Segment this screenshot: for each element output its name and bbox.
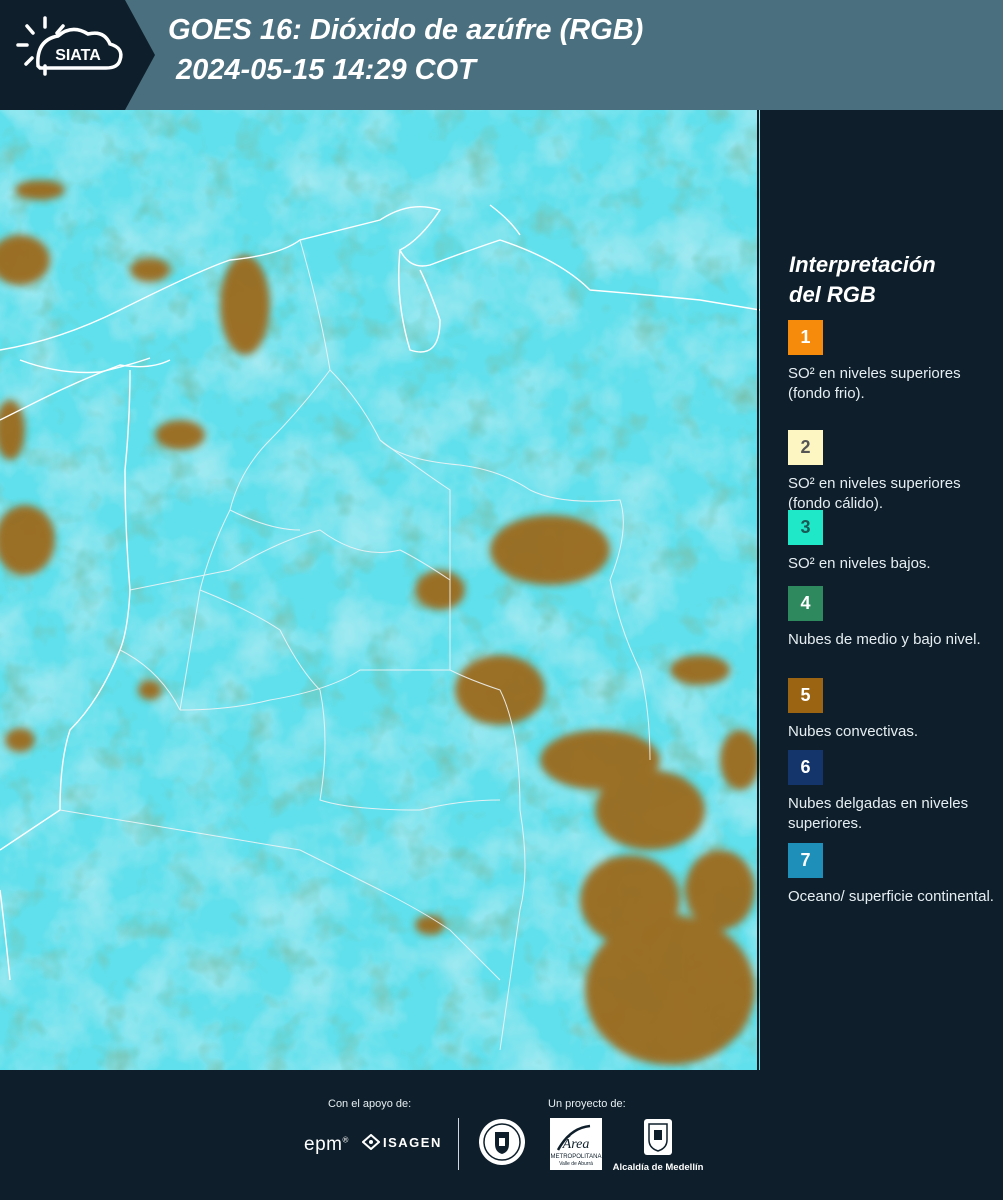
legend-swatch: 6 <box>788 750 823 785</box>
rgb-legend: Interpretación del RGB 1 SO² en niveles s… <box>760 110 1003 1070</box>
legend-label: Oceano/ superficie continental. <box>788 888 994 905</box>
legend-title: Interpretación del RGB <box>789 250 989 310</box>
legend-item-1: 1 SO² en niveles superiores (fondo frio). <box>788 320 998 404</box>
legend-swatch: 4 <box>788 586 823 621</box>
legend-swatch: 3 <box>788 510 823 545</box>
area-metropolitana-icon: Área METROPOLITANA Valle de Aburrá <box>550 1118 602 1170</box>
legend-label: Nubes de medio y bajo nivel. <box>788 631 981 648</box>
area-metropolitana-logo[interactable]: Área METROPOLITANA Valle de Aburrá <box>550 1118 602 1170</box>
page-title: GOES 16: Dióxido de azúfre (RGB) <box>168 14 644 46</box>
legend-swatch: 1 <box>788 320 823 355</box>
epm-logo[interactable]: epm® <box>304 1134 349 1156</box>
legend-item-5: 5 Nubes convectivas. <box>788 678 998 742</box>
epm-logo-text: epm <box>304 1134 343 1155</box>
legend-item-7: 7 Oceano/ superficie continental. <box>788 843 998 907</box>
epm-registered-mark: ® <box>342 1135 349 1145</box>
isagen-logo-text: ISAGEN <box>383 1134 442 1150</box>
legend-title-line1: Interpretación <box>789 252 936 277</box>
area-metro-subtext2: Valle de Aburrá <box>559 1161 593 1167</box>
seal-icon <box>479 1119 525 1165</box>
legend-item-2: 2 SO² en niveles superiores (fondo cálido… <box>788 430 998 514</box>
legend-item-4: 4 Nubes de medio y bajo nivel. <box>788 586 998 650</box>
legend-label: SO² en niveles bajos. <box>788 555 931 572</box>
map-divider <box>757 110 759 1070</box>
satellite-map[interactable] <box>0 110 760 1070</box>
footer: Con el apoyo de: Un proyecto de: epm® IS… <box>0 1070 1003 1200</box>
area-metro-text: Área <box>562 1135 590 1152</box>
alcaldia-logo[interactable]: Alcaldía de Medellín <box>612 1118 704 1174</box>
isagen-logo[interactable]: ISAGEN <box>362 1134 442 1150</box>
siata-logo-text: SIATA <box>55 47 101 64</box>
support-label: Con el apoyo de: <box>328 1098 412 1110</box>
siata-logo[interactable]: SIATA <box>0 0 155 110</box>
project-label: Un proyecto de: <box>548 1098 626 1110</box>
alcaldia-text: Alcaldía de Medellín <box>612 1162 704 1173</box>
alcaldia-shield-icon <box>644 1119 672 1155</box>
legend-title-line2: del RGB <box>789 282 876 307</box>
legend-swatch: 5 <box>788 678 823 713</box>
medellin-seal[interactable] <box>478 1118 526 1171</box>
legend-label: Nubes delgadas en niveles superiores. <box>788 795 969 832</box>
legend-item-3: 3 SO² en niveles bajos. <box>788 510 998 574</box>
legend-swatch: 2 <box>788 430 823 465</box>
legend-label: Nubes convectivas. <box>788 723 919 740</box>
header-bar: SIATA GOES 16: Dióxido de azúfre (RGB) 2… <box>0 0 1003 110</box>
footer-divider <box>458 1118 459 1170</box>
legend-label: SO² en niveles superiores (fondo frio). <box>788 365 961 402</box>
legend-swatch: 7 <box>788 843 823 878</box>
legend-item-6: 6 Nubes delgadas en niveles superiores. <box>788 750 998 834</box>
area-metro-subtext: METROPOLITANA <box>551 1154 602 1160</box>
legend-label: SO² en niveles superiores (fondo cálido)… <box>788 475 961 512</box>
isagen-mark-icon <box>362 1134 380 1150</box>
page-timestamp: 2024-05-15 14:29 COT <box>176 54 476 86</box>
